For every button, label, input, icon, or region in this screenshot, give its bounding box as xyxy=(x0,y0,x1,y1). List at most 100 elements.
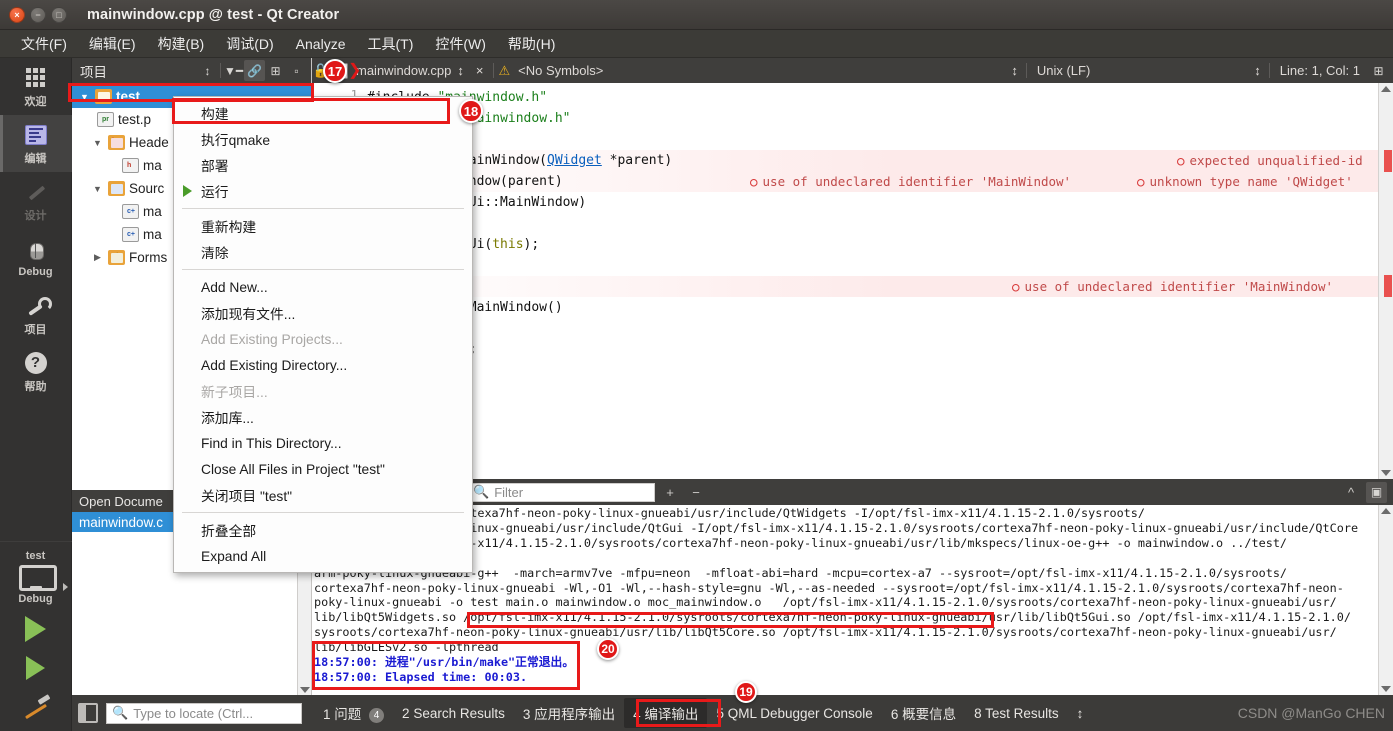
symbols-dropdown-icon[interactable]: ↕ xyxy=(1005,63,1024,78)
output-line: -I. -I. -I/opt/fsl-imx-x11/4.1.15-2.1.0/… xyxy=(314,536,1391,551)
scroll-down-icon[interactable] xyxy=(1381,686,1391,692)
scroll-down-icon[interactable] xyxy=(1381,470,1391,476)
debug-button[interactable] xyxy=(0,649,72,687)
sidebar-label-debug: Debug xyxy=(18,266,52,278)
folder-forms-icon: ui xyxy=(108,250,125,265)
search-icon: 🔍 xyxy=(112,705,128,721)
split-icon[interactable]: ⊞ xyxy=(265,60,286,81)
menu-analyze[interactable]: Analyze xyxy=(285,33,357,55)
window-title: mainwindow.cpp @ test - Qt Creator xyxy=(87,7,339,23)
expander-icon[interactable]: ▼ xyxy=(91,138,104,148)
file-dropdown-icon[interactable]: ↕ xyxy=(451,63,470,78)
expander-icon[interactable]: ▼ xyxy=(91,184,104,194)
error-marker[interactable] xyxy=(1384,150,1392,172)
annotation-bubble-20: 20 xyxy=(597,638,619,660)
sidebar-item-debug[interactable]: Debug xyxy=(0,229,72,286)
scroll-up-icon[interactable] xyxy=(1381,86,1391,92)
output-tab-issues[interactable]: 1 问题 4 xyxy=(314,698,393,728)
menu-tools[interactable]: 工具(T) xyxy=(356,31,424,57)
tab-label: 应用程序输出 xyxy=(534,707,615,722)
sidebar-label-design: 设计 xyxy=(25,207,47,223)
sidebar-item-edit[interactable]: 编辑 xyxy=(0,115,72,172)
context-item-expand-all[interactable]: Expand All xyxy=(174,543,472,569)
output-line: poky-linux-gnueabi -o test main.o mainwi… xyxy=(314,595,1391,610)
bug-icon xyxy=(24,238,48,264)
context-item-build[interactable]: 构建 xyxy=(174,100,472,126)
menu-debug[interactable]: 调试(D) xyxy=(215,31,284,57)
current-file-name[interactable]: mainwindow.cpp xyxy=(356,63,451,78)
context-item-clean[interactable]: 清除 xyxy=(174,239,472,265)
menu-file[interactable]: 文件(F) xyxy=(10,31,78,57)
output-tab-search-results[interactable]: 2 Search Results xyxy=(393,701,514,726)
sidebar-item-projects[interactable]: 项目 xyxy=(0,286,72,343)
filter-icon[interactable]: ▼━ xyxy=(223,60,244,81)
context-item-close-all-files[interactable]: Close All Files in Project "test" xyxy=(174,456,472,482)
tab-label: Test Results xyxy=(985,706,1059,721)
collapse-output-button[interactable]: ^ xyxy=(1340,482,1362,502)
collapse-icon[interactable]: ▫ xyxy=(286,60,307,81)
maximize-window-button[interactable]: □ xyxy=(51,7,67,23)
build-button[interactable] xyxy=(0,687,72,727)
output-scrollbar[interactable] xyxy=(1378,505,1393,695)
output-tab-general-messages[interactable]: 6 概要信息 xyxy=(882,698,965,728)
error-marker[interactable] xyxy=(1384,275,1392,297)
output-tab-test-results[interactable]: 8 Test Results xyxy=(965,701,1068,726)
context-item-find-in-directory[interactable]: Find in This Directory... xyxy=(174,430,472,456)
context-item-add-new[interactable]: Add New... xyxy=(174,274,472,300)
minimize-window-button[interactable]: − xyxy=(30,7,46,23)
menu-edit[interactable]: 编辑(E) xyxy=(78,31,147,57)
cursor-position-label[interactable]: Line: 1, Col: 1 xyxy=(1272,63,1368,78)
menu-widgets[interactable]: 控件(W) xyxy=(424,31,497,57)
context-item-add-existing-files[interactable]: 添加现有文件... xyxy=(174,300,472,326)
compile-output-pane[interactable]: .15-2.1.0/sysroots/cortexa7hf-neon-poky-… xyxy=(312,505,1393,695)
output-tab-app-output[interactable]: 3 应用程序输出 xyxy=(514,698,624,728)
sidebar-item-welcome[interactable]: 欢迎 xyxy=(0,58,72,115)
scroll-up-icon[interactable] xyxy=(1381,508,1391,514)
scroll-down-icon[interactable] xyxy=(300,687,310,693)
split-editor-icon[interactable]: ⊞ xyxy=(1368,60,1389,81)
more-output-panes-icon[interactable]: ↕ xyxy=(1068,701,1093,726)
code-text[interactable]: #include "mainwindow.h" #include "ui_mai… xyxy=(367,87,1377,381)
menu-help[interactable]: 帮助(H) xyxy=(497,31,566,57)
context-item-close-project[interactable]: 关闭项目 "test" xyxy=(174,482,472,508)
kit-selector-area: test Debug xyxy=(0,541,72,731)
context-item-run[interactable]: 运行 xyxy=(174,178,472,204)
context-item-deploy[interactable]: 部署 xyxy=(174,152,472,178)
expander-icon[interactable]: ▶ xyxy=(91,252,104,263)
context-item-rebuild[interactable]: 重新构建 xyxy=(174,213,472,239)
close-window-button[interactable]: × xyxy=(9,7,25,23)
sidebar-item-design[interactable]: 设计 xyxy=(0,172,72,229)
context-item-add-library[interactable]: 添加库... xyxy=(174,404,472,430)
line-ending-dropdown-icon[interactable]: ↕ xyxy=(1248,63,1267,78)
kit-selector-button[interactable] xyxy=(0,565,72,591)
maximize-output-button[interactable]: ▣ xyxy=(1366,482,1387,503)
expander-icon[interactable]: ▼ xyxy=(78,92,91,102)
line-ending-selector[interactable]: Unix (LF) xyxy=(1029,63,1098,78)
output-tab-qml-debugger[interactable]: 5 QML Debugger Console xyxy=(707,701,881,726)
sidebar-label-help: 帮助 xyxy=(25,378,47,394)
code-editor[interactable]: 1 #include "mainwindow.h" #include "ui_m… xyxy=(312,83,1393,479)
debug-run-icon xyxy=(26,656,45,680)
symbols-selector[interactable]: <No Symbols> xyxy=(510,63,603,78)
zoom-out-button[interactable]: − xyxy=(685,482,707,502)
editor-scrollbar[interactable] xyxy=(1378,83,1393,479)
tree-label: Forms xyxy=(129,250,167,265)
menu-build[interactable]: 构建(B) xyxy=(147,31,216,57)
folder-sources-icon: c+ xyxy=(108,181,125,196)
project-context-menu[interactable]: 构建 执行qmake 部署 运行 重新构建 清除 Add New... 添加现有… xyxy=(173,96,473,573)
sidebar-label-welcome: 欢迎 xyxy=(25,93,47,109)
sort-icon[interactable]: ↕ xyxy=(197,60,218,81)
toggle-sidebar-icon[interactable] xyxy=(78,703,98,723)
context-item-collapse-all[interactable]: 折叠全部 xyxy=(174,517,472,543)
link-icon[interactable]: 🔗 xyxy=(244,60,265,81)
context-item-run-qmake[interactable]: 执行qmake xyxy=(174,126,472,152)
output-tab-compile-output[interactable]: 4 编译输出 xyxy=(624,698,707,728)
context-item-add-existing-directory[interactable]: Add Existing Directory... xyxy=(174,352,472,378)
sidebar-item-help[interactable]: ? 帮助 xyxy=(0,343,72,400)
zoom-in-button[interactable]: + xyxy=(659,482,681,502)
locate-input[interactable]: 🔍 Type to locate (Ctrl... xyxy=(106,703,302,724)
run-button[interactable] xyxy=(0,609,72,649)
tree-label: ma xyxy=(143,158,162,173)
filter-input[interactable]: 🔍 Filter xyxy=(467,483,655,502)
close-file-button[interactable]: × xyxy=(470,63,490,78)
